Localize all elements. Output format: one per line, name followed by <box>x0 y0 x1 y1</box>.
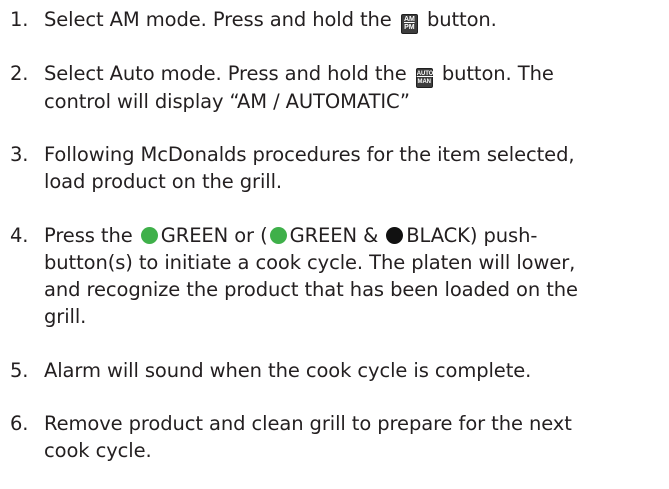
auto-man-button-icon: AUTO MAN <box>415 68 433 88</box>
step-number: 1. <box>10 8 29 31</box>
black-button-icon <box>386 227 404 244</box>
step-text: Following McDonalds procedures for the i… <box>44 143 575 193</box>
green-button-icon <box>140 227 158 244</box>
step-number: 6. <box>10 412 29 435</box>
step-number: 2. <box>10 62 29 85</box>
step-number: 3. <box>10 143 29 166</box>
step-number: 5. <box>10 359 29 382</box>
step-number: 4. <box>10 224 29 247</box>
am-pm-button-icon: AM PM <box>400 14 418 34</box>
step-text: Remove product and clean grill to prepar… <box>44 412 572 462</box>
step-text: Alarm will sound when the cook cycle is … <box>44 359 532 382</box>
step-text: Select AM mode. Press and hold the AM PM … <box>44 6 497 34</box>
step-text: Select Auto mode. Press and hold the AUT… <box>44 62 554 113</box>
green-button-icon <box>269 227 287 244</box>
instruction-list: 1. Select AM mode. Press and hold the AM… <box>0 0 669 489</box>
step-text: Press the GREEN or (GREEN & BLACK) push-… <box>44 224 578 328</box>
